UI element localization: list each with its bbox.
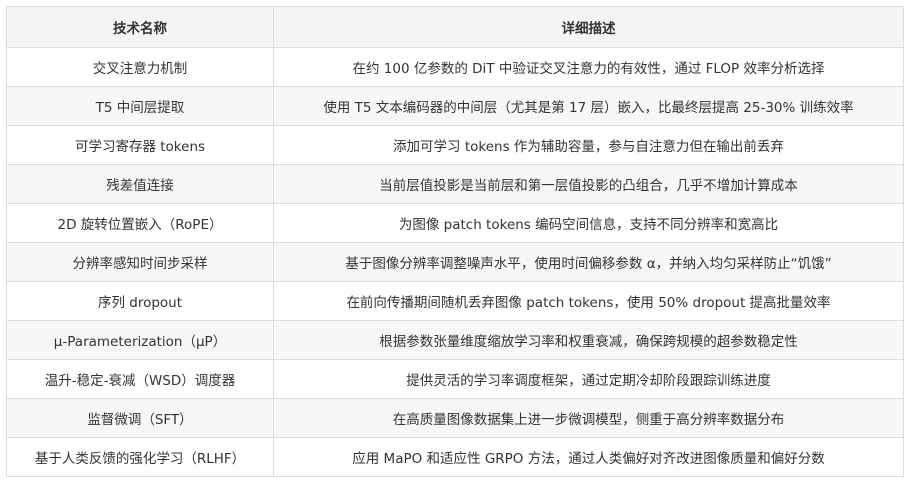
tech-name-cell: 可学习寄存器 tokens [6,125,274,165]
tech-name-cell: μ-Parameterization（μP） [6,320,274,360]
description-cell: 在高质量图像数据集上进一步微调模型，侧重于高分辨率数据分布 [273,398,904,438]
table-header-row: 技术名称 详细描述 [6,6,904,48]
description-cell: 基于图像分辨率调整噪声水平，使用时间偏移参数 α，并纳入均匀采样防止“饥饿” [273,242,904,282]
tech-name-cell: 2D 旋转位置嵌入（RoPE） [6,203,274,243]
table-row: 监督微调（SFT） 在高质量图像数据集上进一步微调模型，侧重于高分辨率数据分布 [6,398,904,438]
description-cell: 添加可学习 tokens 作为辅助容量，参与自注意力但在输出前丢弃 [273,125,904,165]
table-row: 分辨率感知时间步采样 基于图像分辨率调整噪声水平，使用时间偏移参数 α，并纳入均… [6,242,904,282]
table-row: T5 中间层提取 使用 T5 文本编码器的中间层（尤其是第 17 层）嵌入，比最… [6,86,904,126]
table-row: 可学习寄存器 tokens 添加可学习 tokens 作为辅助容量，参与自注意力… [6,125,904,165]
description-cell: 当前层值投影是当前层和第一层值投影的凸组合，几乎不增加计算成本 [273,164,904,204]
tech-name-cell: T5 中间层提取 [6,86,274,126]
tech-name-cell: 残差值连接 [6,164,274,204]
description-cell: 应用 MaPO 和适应性 GRPO 方法，通过人类偏好对齐改进图像质量和偏好分数 [273,437,904,477]
tech-name-cell: 序列 dropout [6,281,274,321]
header-description: 详细描述 [273,6,904,48]
tech-name-cell: 温升-稳定-衰减（WSD）调度器 [6,359,274,399]
table-row: 序列 dropout 在前向传播期间随机丢弃图像 patch tokens，使用… [6,281,904,321]
description-cell: 根据参数张量维度缩放学习率和权重衰减，确保跨规模的超参数稳定性 [273,320,904,360]
tech-name-cell: 分辨率感知时间步采样 [6,242,274,282]
tech-name-cell: 交叉注意力机制 [6,47,274,87]
description-cell: 提供灵活的学习率调度框架，通过定期冷却阶段跟踪训练进度 [273,359,904,399]
table-row: 温升-稳定-衰减（WSD）调度器 提供灵活的学习率调度框架，通过定期冷却阶段跟踪… [6,359,904,399]
description-cell: 在约 100 亿参数的 DiT 中验证交叉注意力的有效性，通过 FLOP 效率分… [273,47,904,87]
table-row: 2D 旋转位置嵌入（RoPE） 为图像 patch tokens 编码空间信息，… [6,203,904,243]
tech-name-cell: 基于人类反馈的强化学习（RLHF） [6,437,274,477]
table-row: 基于人类反馈的强化学习（RLHF） 应用 MaPO 和适应性 GRPO 方法，通… [6,437,904,477]
table-row: 交叉注意力机制 在约 100 亿参数的 DiT 中验证交叉注意力的有效性，通过 … [6,47,904,87]
tech-name-cell: 监督微调（SFT） [6,398,274,438]
description-cell: 在前向传播期间随机丢弃图像 patch tokens，使用 50% dropou… [273,281,904,321]
header-tech-name: 技术名称 [6,6,274,48]
tech-table-container: 技术名称 详细描述 交叉注意力机制 在约 100 亿参数的 DiT 中验证交叉注… [6,6,904,477]
table-row: μ-Parameterization（μP） 根据参数张量维度缩放学习率和权重衰… [6,320,904,360]
tech-table: 技术名称 详细描述 交叉注意力机制 在约 100 亿参数的 DiT 中验证交叉注… [6,6,904,477]
description-cell: 为图像 patch tokens 编码空间信息，支持不同分辨率和宽高比 [273,203,904,243]
table-row: 残差值连接 当前层值投影是当前层和第一层值投影的凸组合，几乎不增加计算成本 [6,164,904,204]
description-cell: 使用 T5 文本编码器的中间层（尤其是第 17 层）嵌入，比最终层提高 25-3… [273,86,904,126]
